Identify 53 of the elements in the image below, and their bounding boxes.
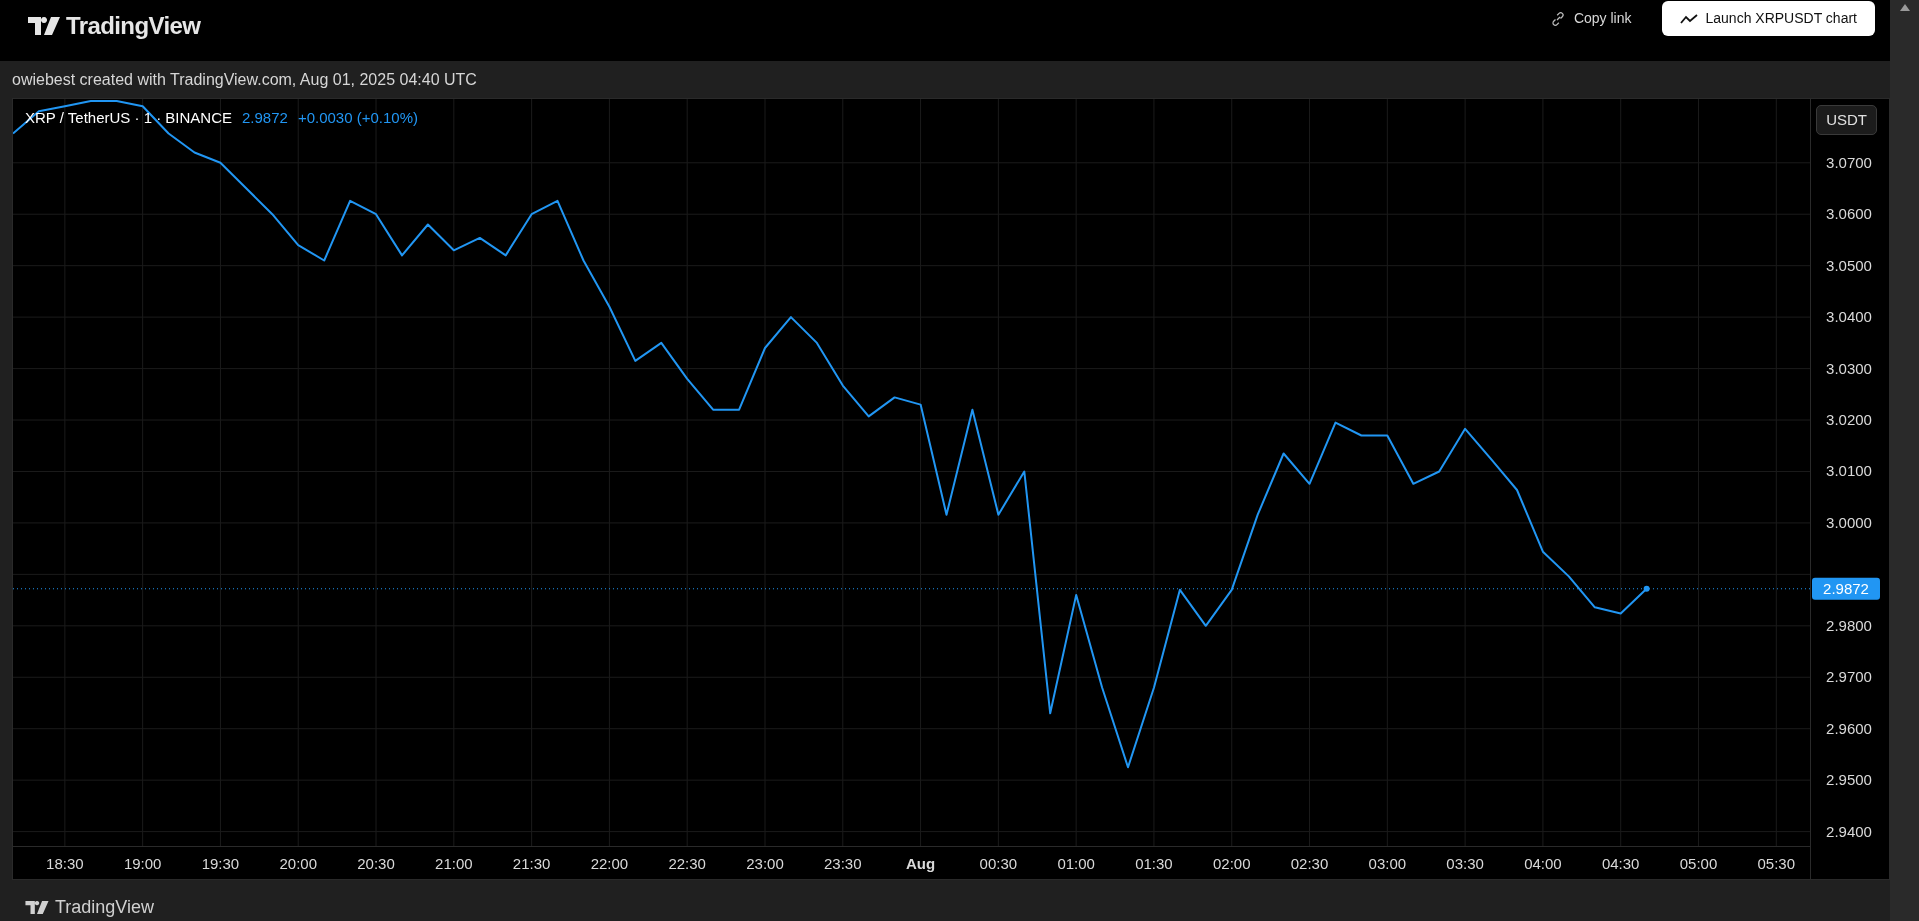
time-axis-label: 01:30 [1135,855,1173,872]
price-axis-label: 3.0200 [1826,411,1872,428]
time-axis-label: 02:00 [1212,855,1251,872]
price-axis-label: 2.9500 [1826,771,1872,789]
price-axis-label: 3.0600 [1826,205,1872,223]
link-icon [1549,10,1566,27]
time-axis-label: 19:30 [201,855,240,872]
price-axis-label: 3.0700 [1826,153,1872,171]
price-axis-label: 2.9400 [1826,822,1872,840]
chart-caption: owiebest created with TradingView.com, Aug 01, 2025 04:40 UTC [12,69,477,90]
time-axis-label: 22:00 [590,855,629,872]
time-axis-label: 04:00 [1524,855,1562,872]
price-axis-label: 3.0000 [1826,513,1872,531]
time-axis-label: 05:30 [1757,855,1796,872]
time-axis-label: 03:30 [1446,855,1484,872]
logo-icon [28,17,60,35]
price-axis-label: 3.0300 [1826,359,1872,377]
currency-button[interactable]: USDT [1816,105,1877,135]
price-axis-label: 3.0400 [1826,308,1872,326]
time-axis-label: 21:30 [512,855,551,872]
launch-chart-button[interactable]: Launch XRPUSDT chart [1661,1,1875,36]
price-axis-label: 2.9800 [1826,616,1872,634]
price-axis-label: 2.9700 [1826,668,1872,686]
time-axis-label: 18:30 [46,855,84,872]
time-axis-label: 04:30 [1601,855,1640,872]
time-axis-label: 03:00 [1368,855,1407,872]
time-axis-label: 20:30 [357,855,395,872]
price-axis-label: 3.0100 [1826,462,1872,480]
last-price-badge: 2.9872 [1812,577,1880,600]
time-axis-label: 22:30 [668,855,706,872]
time-axis-label: 01:00 [1057,855,1095,872]
last-point-marker [1643,585,1650,592]
time-axis-label: 23:30 [824,855,862,872]
time-axis-label: Aug [906,855,936,872]
legend-change: +0.0030 (+0.10%) [297,108,418,128]
time-axis-label: 21:00 [435,855,473,872]
copy-link[interactable]: Copy link [1549,8,1632,29]
time-axis-label: 20:00 [279,855,317,872]
ref-line-label: 2.9872 [1823,579,1869,597]
scrollbar[interactable] [1890,0,1919,921]
logo-icon [25,901,49,914]
time-axis-label: 19:00 [123,855,162,872]
time-axis-label: 05:00 [1679,855,1718,872]
logo-text: TradingView [55,896,155,919]
time-axis-label: 23:00 [746,855,784,872]
legend-price: 2.9872 [242,108,288,128]
price-axis-label: 2.9600 [1826,719,1872,737]
price-axis-label: 3.0500 [1826,256,1872,274]
logo-text: TradingView [66,11,201,41]
scroll-up-icon[interactable] [1899,4,1910,11]
line-chart-icon [1679,13,1698,24]
time-axis-label: 02:30 [1290,855,1329,872]
time-axis-label: 00:30 [979,855,1018,872]
